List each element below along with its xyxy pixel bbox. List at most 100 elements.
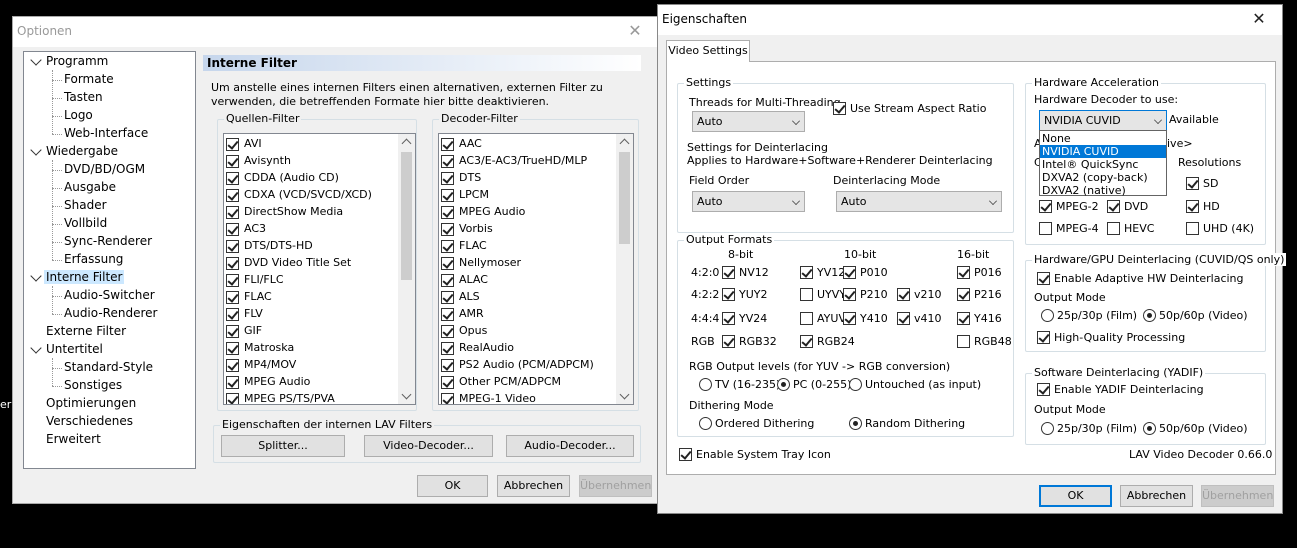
deint-mode-combo[interactable]: Auto	[836, 191, 1002, 212]
item-checkbox[interactable]	[441, 308, 454, 321]
yadif-checkbox[interactable]	[1037, 383, 1050, 396]
options-tree[interactable]: Programm Formate Tasten Logo Web-Interface Wi…	[23, 51, 196, 469]
eig-ok-button[interactable]: OK	[1039, 485, 1112, 507]
item-checkbox[interactable]	[226, 325, 239, 338]
splitter-button[interactable]: Splitter...	[221, 435, 345, 457]
tree-item[interactable]: Logo	[64, 108, 93, 122]
format-rgb48-checkbox[interactable]	[957, 335, 970, 348]
film2-radio[interactable]	[1041, 422, 1054, 435]
format-rgb24-checkbox[interactable]	[800, 335, 813, 348]
mpeg2-checkbox[interactable]	[1039, 200, 1052, 213]
dropdown-option[interactable]: None	[1040, 132, 1166, 145]
format-v410-checkbox[interactable]	[897, 312, 910, 325]
tree-item[interactable]: Audio-Switcher	[64, 288, 155, 302]
item-checkbox[interactable]	[226, 308, 239, 321]
decoder-scrollbar[interactable]	[616, 134, 633, 404]
optionen-cancel-button[interactable]: Abbrechen	[497, 475, 570, 497]
item-checkbox[interactable]	[441, 342, 454, 355]
chevron-down-icon[interactable]	[30, 342, 42, 354]
format-v210-checkbox[interactable]	[897, 288, 910, 301]
format-p010-checkbox[interactable]	[843, 266, 856, 279]
video-radio[interactable]	[1143, 309, 1156, 322]
source-filter-list[interactable]: AVI Avisynth CDDA (Audio CD) CDXA (VCD/SVCD…	[223, 133, 416, 405]
hd-checkbox[interactable]	[1186, 200, 1199, 213]
item-checkbox[interactable]	[226, 240, 239, 253]
tree-item[interactable]: DVD/BD/OGM	[64, 162, 145, 176]
dvd-checkbox[interactable]	[1107, 200, 1120, 213]
item-checkbox[interactable]	[441, 155, 454, 168]
tree-item[interactable]: Externe Filter	[46, 324, 126, 338]
eig-apply-button[interactable]: Übernehmen	[1201, 485, 1274, 507]
sd-checkbox[interactable]	[1186, 177, 1199, 190]
tree-item[interactable]: Untertitel	[46, 342, 103, 356]
tree-item[interactable]: Sync-Renderer	[64, 234, 152, 248]
format-uyvy-checkbox[interactable]	[800, 288, 813, 301]
tree-item[interactable]: Standard-Style	[64, 360, 153, 374]
tv-radio[interactable]	[699, 378, 712, 391]
format-yv12-checkbox[interactable]	[800, 266, 813, 279]
format-yuy2-checkbox[interactable]	[722, 288, 735, 301]
dropdown-option[interactable]: NVIDIA CUVID	[1040, 145, 1166, 158]
tab-video-settings[interactable]: Video Settings	[666, 40, 750, 62]
random-radio[interactable]	[849, 417, 862, 430]
eig-cancel-button[interactable]: Abbrechen	[1120, 485, 1193, 507]
item-checkbox[interactable]	[226, 342, 239, 355]
tree-item[interactable]: Optimierungen	[46, 396, 136, 410]
item-checkbox[interactable]	[226, 359, 239, 372]
dropdown-option[interactable]: Intel® QuickSync	[1040, 158, 1166, 171]
source-scrollbar[interactable]	[398, 134, 415, 404]
tree-item[interactable]: Erweitert	[46, 432, 101, 446]
tree-item[interactable]: Sonstiges	[64, 378, 122, 392]
uhd-checkbox[interactable]	[1186, 222, 1199, 235]
tree-item[interactable]: Audio-Renderer	[64, 306, 157, 320]
tree-item[interactable]: Tasten	[64, 90, 103, 104]
item-checkbox[interactable]	[226, 223, 239, 236]
pc-radio[interactable]	[777, 378, 790, 391]
audio-decoder-button[interactable]: Audio-Decoder...	[506, 435, 634, 457]
item-checkbox[interactable]	[226, 393, 239, 404]
video2-radio[interactable]	[1143, 422, 1156, 435]
format-p210-checkbox[interactable]	[843, 288, 856, 301]
adaptive-checkbox[interactable]	[1037, 272, 1050, 285]
tree-item[interactable]: Interne Filter	[44, 270, 125, 284]
tree-item[interactable]: Erfassung	[64, 252, 123, 266]
tree-item[interactable]: Web-Interface	[64, 126, 148, 140]
tree-item[interactable]: Verschiedenes	[46, 414, 133, 428]
chevron-down-icon[interactable]	[30, 54, 42, 66]
item-checkbox[interactable]	[226, 189, 239, 202]
item-checkbox[interactable]	[441, 223, 454, 236]
eig-close-icon[interactable]: ✕	[1236, 5, 1282, 35]
item-checkbox[interactable]	[441, 172, 454, 185]
format-yv24-checkbox[interactable]	[722, 312, 735, 325]
untouched-radio[interactable]	[849, 378, 862, 391]
tree-item[interactable]: Formate	[64, 72, 114, 86]
film-radio[interactable]	[1041, 309, 1054, 322]
item-checkbox[interactable]	[226, 274, 239, 287]
hw-decoder-dropdown[interactable]: None NVIDIA CUVID Intel® QuickSync DXVA2 (c…	[1039, 130, 1167, 197]
format-ayuv-checkbox[interactable]	[800, 312, 813, 325]
chevron-down-icon[interactable]	[30, 270, 42, 282]
ordered-radio[interactable]	[699, 417, 712, 430]
format-rgb32-checkbox[interactable]	[722, 335, 735, 348]
tree-item[interactable]: Shader	[64, 198, 107, 212]
tree-item[interactable]: Ausgabe	[64, 180, 116, 194]
format-p016-checkbox[interactable]	[957, 266, 970, 279]
optionen-ok-button[interactable]: OK	[417, 475, 488, 497]
tray-checkbox[interactable]	[679, 448, 692, 461]
item-checkbox[interactable]	[441, 393, 454, 404]
item-checkbox[interactable]	[441, 359, 454, 372]
format-y416-checkbox[interactable]	[957, 312, 970, 325]
item-checkbox[interactable]	[226, 376, 239, 389]
dropdown-option[interactable]: DXVA2 (native)	[1040, 184, 1166, 197]
item-checkbox[interactable]	[226, 155, 239, 168]
item-checkbox[interactable]	[441, 206, 454, 219]
item-checkbox[interactable]	[441, 376, 454, 389]
item-checkbox[interactable]	[441, 274, 454, 287]
threads-combo[interactable]: Auto	[692, 111, 805, 132]
item-checkbox[interactable]	[226, 257, 239, 270]
format-p216-checkbox[interactable]	[957, 288, 970, 301]
field-order-combo[interactable]: Auto	[692, 191, 805, 212]
format-y410-checkbox[interactable]	[843, 312, 856, 325]
tree-item[interactable]: Wiedergabe	[46, 144, 118, 158]
mpeg4-checkbox[interactable]	[1039, 222, 1052, 235]
